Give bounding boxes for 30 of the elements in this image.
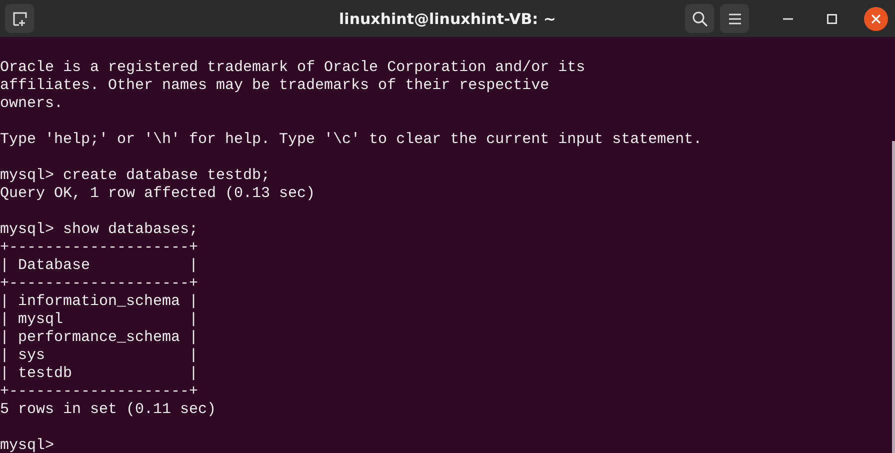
new-tab-icon	[12, 12, 26, 26]
search-button[interactable]	[685, 4, 714, 33]
close-icon	[871, 14, 881, 24]
terminal-line: +--------------------+	[0, 239, 198, 257]
menu-icon	[728, 12, 742, 24]
terminal-line: | sys |	[0, 347, 198, 365]
window-title: linuxhint@linuxhint-VB: ~	[339, 10, 556, 28]
terminal-line: +--------------------+	[0, 383, 198, 401]
terminal-line: affiliates. Other names may be trademarks of their respective	[0, 77, 550, 95]
terminal-line: Oracle is a registered trademark of Oracle Corporation and/or its	[0, 59, 586, 77]
terminal-line: mysql>	[0, 437, 54, 453]
terminal-line: | mysql |	[0, 311, 198, 329]
terminal-line: 5 rows in set (0.11 sec)	[0, 401, 216, 419]
new-tab-button[interactable]	[5, 4, 34, 33]
terminal-line: | performance_schema |	[0, 329, 198, 347]
close-button[interactable]	[864, 6, 888, 30]
terminal-line: owners.	[0, 95, 64, 113]
minimize-icon	[783, 18, 793, 20]
menu-button[interactable]	[720, 4, 749, 33]
maximize-icon	[827, 14, 837, 24]
scrollbar[interactable]	[892, 141, 895, 453]
search-icon	[692, 10, 708, 26]
terminal-line: | information_schema |	[0, 293, 198, 311]
terminal-line: Query OK, 1 row affected (0.13 sec)	[0, 185, 316, 203]
terminal-line: | testdb |	[0, 365, 198, 383]
terminal-line: +--------------------+	[0, 275, 198, 293]
terminal-line: Type 'help;' or '\h' for help. Type '\c' to clear the current input statement.	[0, 131, 702, 149]
terminal-line: mysql> show databases;	[0, 221, 198, 239]
terminal-line: | Database |	[0, 257, 198, 275]
terminal-line: mysql> create database testdb;	[0, 167, 270, 185]
